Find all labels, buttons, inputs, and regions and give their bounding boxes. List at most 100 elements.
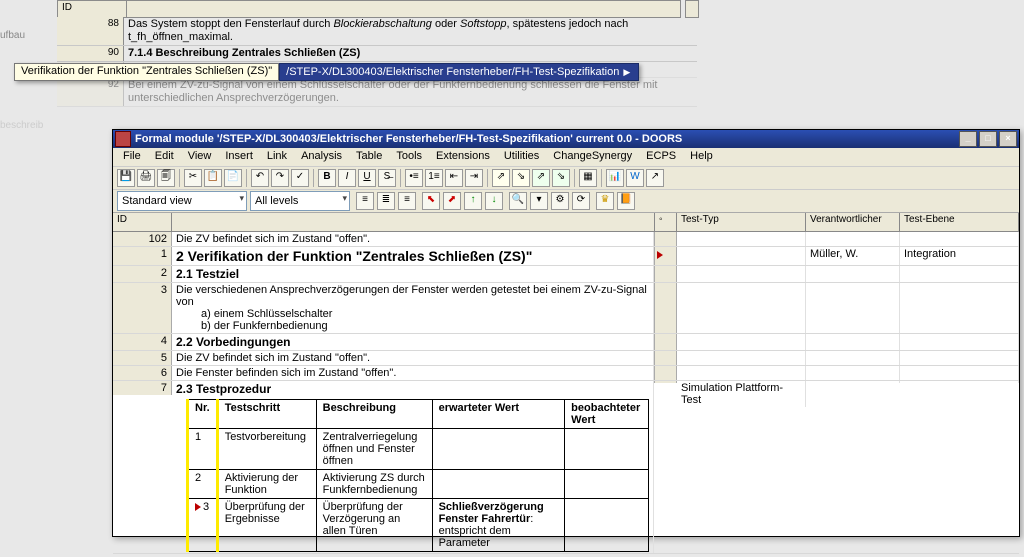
menu-table[interactable]: Table — [350, 148, 388, 166]
strike-icon[interactable]: S̶ — [378, 169, 396, 187]
levels-dropdown[interactable]: All levels — [250, 191, 350, 211]
cell-main[interactable]: Die verschiedenen Ansprechverzögerungen … — [172, 283, 654, 333]
undo-icon[interactable]: ↶ — [251, 169, 269, 187]
close-button[interactable]: × — [999, 131, 1017, 147]
redo-icon[interactable]: ↷ — [271, 169, 289, 187]
grid-icon[interactable]: ▦ — [579, 169, 597, 187]
menu-link[interactable]: Link — [261, 148, 293, 166]
movedown-icon[interactable]: ↓ — [485, 192, 503, 210]
number-list-icon[interactable]: 1≡ — [425, 169, 443, 187]
table-row[interactable]: 2 2.1 Testziel — [113, 266, 1019, 283]
cell-heading-2[interactable]: 2.1 Testziel — [172, 266, 654, 282]
outgoing-link-icon[interactable] — [654, 247, 677, 265]
bullet-list-icon[interactable]: •≡ — [405, 169, 423, 187]
copy-icon[interactable]: 📋 — [204, 169, 222, 187]
link3-icon[interactable]: ⇗ — [532, 169, 550, 187]
cell-id: 4 — [113, 334, 172, 350]
table-row[interactable]: 1 2 Verifikation der Funktion "Zentrales… — [113, 247, 1019, 266]
italic-icon[interactable]: I — [338, 169, 356, 187]
col-testtyp[interactable]: Test-Typ — [677, 213, 806, 231]
table-row[interactable]: 102 Die ZV befindet sich im Zustand "off… — [113, 232, 1019, 247]
window-title: Formal module '/STEP-X/DL300403/Elektris… — [135, 133, 959, 145]
menu-insert[interactable]: Insert — [219, 148, 259, 166]
bg-column-header: ID — [57, 0, 681, 18]
crown-icon[interactable]: ♛ — [596, 192, 614, 210]
outline-icon[interactable]: ≣ — [377, 192, 395, 210]
minimize-button[interactable]: _ — [959, 131, 977, 147]
promote-icon[interactable]: ⬉ — [422, 192, 440, 210]
cut-icon[interactable]: ✂ — [184, 169, 202, 187]
filter2-icon[interactable]: 🔍 — [509, 192, 527, 210]
col-marker[interactable]: ◦ — [655, 213, 677, 231]
cell-main[interactable]: Die ZV befindet sich im Zustand "offen". — [172, 232, 654, 246]
link1-icon[interactable]: ⇗ — [492, 169, 510, 187]
col-verantwortlicher[interactable]: Verantwortlicher — [806, 213, 900, 231]
printer-setup-icon[interactable]: 🗐 — [157, 169, 175, 187]
menu-file[interactable]: File — [117, 148, 147, 166]
bg-id-heading: ID — [58, 1, 127, 17]
filter-icon[interactable]: ≡ — [356, 192, 374, 210]
inner-cell — [432, 429, 565, 470]
inner-row[interactable]: 3 Überprüfung der Ergebnisse Überprüfung… — [188, 499, 649, 552]
table-row[interactable]: 3 Die verschiedenen Ansprechverzögerunge… — [113, 283, 1019, 334]
menu-analysis[interactable]: Analysis — [295, 148, 348, 166]
tooltip-target-path[interactable]: /STEP-X/DL300403/Elektrischer Fensterheb… — [279, 63, 639, 81]
col-testebene[interactable]: Test-Ebene — [900, 213, 1019, 231]
table-row[interactable]: 5 Die ZV befindet sich im Zustand "offen… — [113, 351, 1019, 366]
cell-main[interactable]: Die Fenster befinden sich im Zustand "of… — [172, 366, 654, 380]
inner-cell: Aktivierung der Funktion — [217, 470, 316, 499]
print-icon[interactable]: 🖨 — [137, 169, 155, 187]
menu-changesynergy[interactable]: ChangeSynergy — [547, 148, 638, 166]
cell-marker — [654, 232, 677, 246]
inner-col-nr: Nr. — [188, 400, 218, 429]
cell-main[interactable]: 2.3 Testprozedur Nr. Testschritt Beschre… — [172, 381, 654, 553]
link4-icon[interactable]: ⇘ — [552, 169, 570, 187]
inner-row[interactable]: 2 Aktivierung der Funktion Aktivierung Z… — [188, 470, 649, 499]
cell-ver — [806, 381, 900, 383]
bg-side-label-1: ufbau — [0, 30, 25, 41]
cell-id: 7 — [113, 381, 172, 395]
spellcheck-icon[interactable]: ✓ — [291, 169, 309, 187]
menu-extensions[interactable]: Extensions — [430, 148, 496, 166]
cell-heading-1[interactable]: 2 Verifikation der Funktion "Zentrales S… — [172, 247, 654, 265]
menu-tools[interactable]: Tools — [390, 148, 428, 166]
table-row[interactable]: 7 2.3 Testprozedur Nr. Testschritt Besch… — [113, 381, 1019, 554]
demote-icon[interactable]: ⬈ — [443, 192, 461, 210]
menu-edit[interactable]: Edit — [149, 148, 180, 166]
link2-icon[interactable]: ⇘ — [512, 169, 530, 187]
indent-icon[interactable]: ⇥ — [465, 169, 483, 187]
titlebar[interactable]: Formal module '/STEP-X/DL300403/Elektris… — [113, 130, 1019, 148]
grid-body[interactable]: 102 Die ZV befindet sich im Zustand "off… — [113, 232, 1019, 557]
word-icon[interactable]: W — [626, 169, 644, 187]
cell-marker — [654, 283, 677, 333]
cell-main[interactable]: Die ZV befindet sich im Zustand "offen". — [172, 351, 654, 365]
menu-ecps[interactable]: ECPS — [640, 148, 682, 166]
col-main[interactable] — [172, 213, 655, 231]
view-dropdown[interactable]: Standard view — [117, 191, 247, 211]
chart-icon[interactable]: 📊 — [606, 169, 624, 187]
menu-help[interactable]: Help — [684, 148, 719, 166]
table-row[interactable]: 4 2.2 Vorbedingungen — [113, 334, 1019, 351]
inner-row[interactable]: 1 Testvorbereitung Zentralverriegelung ö… — [188, 429, 649, 470]
menu-view[interactable]: View — [182, 148, 218, 166]
maximize-button[interactable]: □ — [979, 131, 997, 147]
menu-utilities[interactable]: Utilities — [498, 148, 545, 166]
tool-b-icon[interactable]: ⟳ — [572, 192, 590, 210]
moveup-icon[interactable]: ↑ — [464, 192, 482, 210]
expand-icon[interactable]: ≡ — [398, 192, 416, 210]
save-icon[interactable]: 💾 — [117, 169, 135, 187]
cell-heading-2[interactable]: 2.2 Vorbedingungen — [172, 334, 654, 350]
cell-testtyp: Simulation Plattform-Test — [677, 381, 806, 407]
cell-id: 1 — [113, 247, 172, 265]
paste-icon[interactable]: 📄 — [224, 169, 242, 187]
table-row[interactable]: 6 Die Fenster befinden sich im Zustand "… — [113, 366, 1019, 381]
col-id[interactable]: ID — [113, 213, 172, 231]
outdent-icon[interactable]: ⇤ — [445, 169, 463, 187]
book-icon[interactable]: 📙 — [617, 192, 635, 210]
bold-icon[interactable]: B — [318, 169, 336, 187]
arrow-icon[interactable]: ↗ — [646, 169, 664, 187]
underline-icon[interactable]: U — [358, 169, 376, 187]
tool-a-icon[interactable]: ⚙ — [551, 192, 569, 210]
link-indicator-icon[interactable] — [195, 503, 201, 511]
sort-icon[interactable]: ▾ — [530, 192, 548, 210]
